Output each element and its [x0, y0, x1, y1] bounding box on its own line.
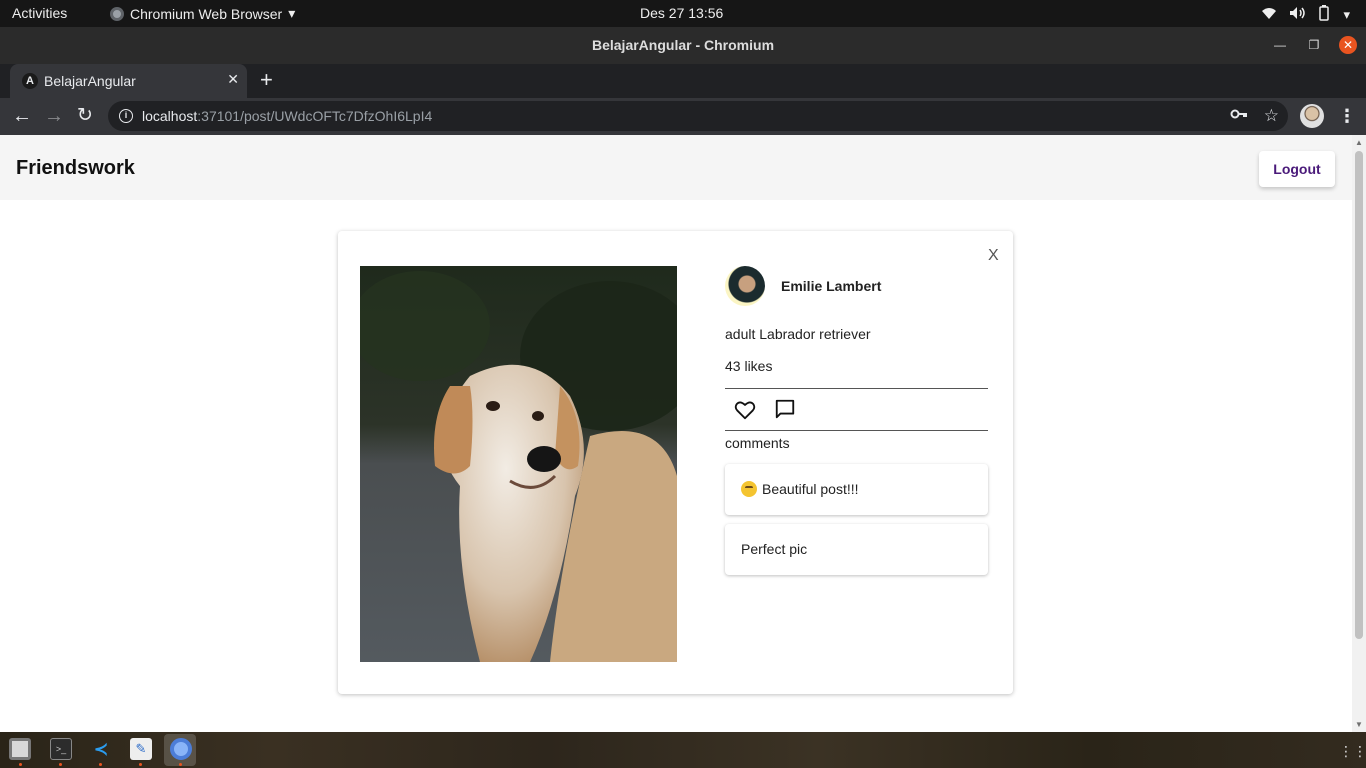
comments-heading: comments: [725, 435, 790, 451]
maximize-button[interactable]: ❐: [1305, 36, 1323, 54]
post-image: [360, 266, 677, 662]
divider: [725, 430, 988, 431]
app-header: Friendswork Logout: [0, 135, 1352, 200]
author-avatar[interactable]: [725, 266, 765, 306]
thinking-face-icon: [741, 481, 757, 497]
url-text[interactable]: localhost:37101/post/UWdcOFTc7DfzOhI6LpI…: [142, 108, 432, 124]
post-author[interactable]: Emilie Lambert: [725, 266, 881, 306]
volume-icon: [1289, 6, 1306, 23]
window-title-bar: BelajarAngular - Chromium — ❐ ✕: [0, 27, 1366, 64]
browser-toolbar: ← → ↻ i localhost:37101/post/UWdcOFTc7Df…: [0, 98, 1366, 135]
caret-down-icon: ▾: [288, 5, 296, 21]
page-viewport: Friendswork Logout X Emilie Lambert adul…: [0, 135, 1352, 732]
scroll-up-arrow-icon[interactable]: ▲: [1355, 138, 1363, 147]
vscode-app-icon[interactable]: ≺: [90, 738, 112, 760]
system-tray[interactable]: ▾: [1261, 5, 1350, 24]
close-post-button[interactable]: X: [988, 247, 999, 265]
running-indicator: [99, 763, 102, 766]
comment-item: Beautiful post!!!: [725, 464, 988, 515]
tab-belajarangular[interactable]: A BelajarAngular ✕: [10, 64, 247, 98]
site-info-icon[interactable]: i: [119, 109, 133, 123]
bookmark-star-icon[interactable]: ☆: [1264, 106, 1279, 126]
comment-text: Perfect pic: [741, 541, 808, 557]
browser-menu-icon[interactable]: ⋮: [1338, 104, 1356, 128]
new-tab-button[interactable]: +: [260, 69, 273, 91]
show-applications-icon[interactable]: ⋮⋮⋮: [1339, 743, 1366, 760]
battery-icon: [1317, 5, 1331, 24]
page-scrollbar[interactable]: ▲ ▼: [1352, 135, 1366, 732]
post-caption: adult Labrador retriever: [725, 326, 871, 342]
close-window-button[interactable]: ✕: [1339, 36, 1357, 54]
dock: >_ ≺ ✎: [0, 732, 1366, 768]
brand-title: Friendswork: [16, 157, 135, 179]
files-app-icon[interactable]: [9, 738, 31, 760]
url-path: :37101/post/UWdcOFTc7DfzOhI6LpI4: [197, 108, 433, 124]
back-button[interactable]: ←: [12, 105, 32, 127]
chromium-app-icon[interactable]: [170, 738, 192, 760]
running-indicator: [139, 763, 142, 766]
heart-icon[interactable]: [734, 399, 756, 421]
comment-text: Beautiful post!!!: [762, 481, 859, 497]
tab-strip: A BelajarAngular ✕ +: [0, 64, 1366, 98]
tab-title: BelajarAngular: [44, 73, 136, 89]
app-menu-label: Chromium Web Browser: [130, 5, 283, 22]
wifi-icon: [1261, 6, 1277, 23]
logout-button[interactable]: Logout: [1259, 151, 1335, 187]
divider: [725, 388, 988, 389]
chromium-icon: [110, 6, 124, 21]
window-title: BelajarAngular - Chromium: [591, 37, 775, 53]
comment-item: Perfect pic: [725, 524, 988, 575]
reload-button[interactable]: ↻: [77, 105, 93, 127]
text-editor-app-icon[interactable]: ✎: [130, 738, 152, 760]
forward-button[interactable]: →: [44, 105, 64, 127]
close-tab-icon[interactable]: ✕: [227, 71, 239, 88]
system-top-bar: Activities Chromium Web Browser ▾ Des 27…: [0, 0, 1366, 27]
running-indicator: [179, 763, 182, 766]
author-name[interactable]: Emilie Lambert: [781, 278, 881, 294]
likes-count: 43 likes: [725, 358, 773, 374]
clock[interactable]: Des 27 13:56: [640, 5, 723, 21]
terminal-app-icon[interactable]: >_: [50, 738, 72, 760]
power-menu-caret-icon: ▾: [1343, 6, 1350, 22]
scroll-down-arrow-icon[interactable]: ▼: [1355, 720, 1363, 729]
url-host: localhost: [142, 108, 198, 124]
key-icon[interactable]: [1230, 107, 1248, 124]
scrollbar-thumb[interactable]: [1355, 151, 1363, 639]
running-indicator: [19, 763, 22, 766]
comment-icon[interactable]: [774, 398, 796, 420]
minimize-button[interactable]: —: [1271, 36, 1289, 54]
activities-button[interactable]: Activities: [12, 5, 67, 21]
app-menu[interactable]: Chromium Web Browser ▾: [110, 5, 295, 22]
running-indicator: [59, 763, 62, 766]
post-card: X Emilie Lambert adult Labrador retrieve…: [338, 231, 1013, 694]
address-bar[interactable]: i localhost:37101/post/UWdcOFTc7DfzOhI6L…: [108, 101, 1288, 131]
profile-avatar[interactable]: [1300, 104, 1324, 128]
angular-favicon-icon: A: [22, 73, 38, 89]
